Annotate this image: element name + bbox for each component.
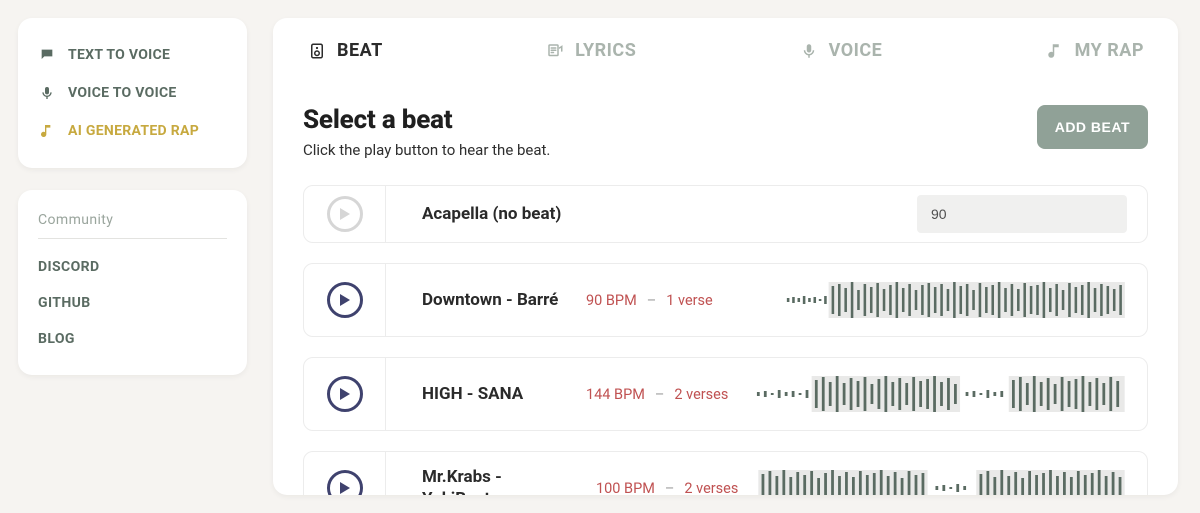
tab-my-rap[interactable]: MY RAP bbox=[1045, 40, 1144, 61]
chat-icon bbox=[38, 46, 56, 64]
beat-name: HIGH - SANA bbox=[386, 358, 586, 430]
waveform bbox=[756, 466, 1127, 495]
wave-cell bbox=[786, 264, 1147, 336]
beat-row-high-sana[interactable]: HIGH - SANA 144 BPM – 2 verses bbox=[303, 357, 1148, 431]
dash: – bbox=[665, 480, 675, 496]
speaker-icon bbox=[307, 41, 327, 61]
wave-cell bbox=[756, 358, 1147, 430]
tab-label: BEAT bbox=[337, 40, 383, 61]
dash: – bbox=[655, 386, 665, 403]
music-note-icon bbox=[1045, 41, 1065, 61]
beat-bpm: 144 BPM bbox=[586, 386, 645, 403]
add-beat-button[interactable]: ADD BEAT bbox=[1037, 105, 1148, 149]
mode-label: VOICE TO VOICE bbox=[68, 85, 177, 101]
beat-verses: 2 verses bbox=[674, 386, 728, 403]
community-link-discord[interactable]: DISCORD bbox=[38, 249, 227, 285]
tab-voice[interactable]: VOICE bbox=[799, 40, 883, 61]
mode-ai-generated-rap[interactable]: AI GENERATED RAP bbox=[38, 112, 227, 150]
tab-label: VOICE bbox=[829, 40, 883, 61]
tab-beat[interactable]: BEAT bbox=[307, 40, 383, 61]
waveform bbox=[756, 372, 1127, 416]
beat-row-mrkrabs[interactable]: Mr.Krabs - YukiBeats 100 BPM – 2 verses bbox=[303, 451, 1148, 495]
play-cell bbox=[304, 186, 386, 242]
wave-cell bbox=[586, 186, 1147, 242]
wave-cell bbox=[756, 452, 1147, 495]
tab-lyrics[interactable]: LYRICS bbox=[545, 40, 636, 61]
beat-name: Mr.Krabs - YukiBeats bbox=[386, 452, 556, 495]
panel: BEAT LYRICS VOICE MY RAP bbox=[273, 18, 1178, 495]
community-heading: Community bbox=[38, 208, 227, 239]
beat-verses: 2 verses bbox=[684, 480, 738, 496]
beat-bpm: 100 BPM bbox=[596, 480, 655, 496]
mode-voice-to-voice[interactable]: VOICE TO VOICE bbox=[38, 74, 227, 112]
bpm-input[interactable] bbox=[917, 195, 1127, 233]
play-cell bbox=[304, 358, 386, 430]
play-cell bbox=[304, 452, 386, 495]
beat-list: Acapella (no beat) Downtown - Barré 90 B… bbox=[303, 185, 1148, 495]
mode-label: TEXT TO VOICE bbox=[68, 47, 170, 63]
tab-label: MY RAP bbox=[1075, 40, 1144, 61]
header-row: Select a beat Click the play button to h… bbox=[303, 105, 1148, 159]
beat-row-acapella[interactable]: Acapella (no beat) bbox=[303, 185, 1148, 243]
dash: – bbox=[647, 292, 657, 309]
sidebar: TEXT TO VOICE VOICE TO VOICE AI GENERATE… bbox=[0, 0, 265, 513]
beat-bpm: 90 BPM bbox=[586, 292, 637, 309]
tab-label: LYRICS bbox=[575, 40, 636, 61]
music-note-icon bbox=[38, 122, 56, 140]
community-card: Community DISCORD GITHUB BLOG bbox=[18, 190, 247, 375]
mic-icon bbox=[799, 41, 819, 61]
community-link-blog[interactable]: BLOG bbox=[38, 321, 227, 357]
beat-verses: 1 verse bbox=[666, 292, 712, 309]
mode-label: AI GENERATED RAP bbox=[68, 123, 199, 139]
waveform bbox=[786, 278, 1127, 322]
beat-meta: 144 BPM – 2 verses bbox=[586, 358, 756, 430]
play-button[interactable] bbox=[327, 282, 363, 318]
beat-meta: 100 BPM – 2 verses bbox=[556, 452, 756, 495]
beat-name: Acapella (no beat) bbox=[386, 186, 586, 242]
play-button[interactable] bbox=[327, 376, 363, 412]
header-text: Select a beat Click the play button to h… bbox=[303, 105, 550, 159]
main: BEAT LYRICS VOICE MY RAP bbox=[265, 0, 1200, 513]
page-title: Select a beat bbox=[303, 105, 550, 135]
beat-meta: 90 BPM – 1 verse bbox=[586, 264, 786, 336]
mic-icon bbox=[38, 84, 56, 102]
lyrics-icon bbox=[545, 41, 565, 61]
beat-name: Downtown - Barré bbox=[386, 264, 586, 336]
play-cell bbox=[304, 264, 386, 336]
play-button-disabled bbox=[327, 196, 363, 232]
modes-card: TEXT TO VOICE VOICE TO VOICE AI GENERATE… bbox=[18, 18, 247, 168]
step-tabs: BEAT LYRICS VOICE MY RAP bbox=[303, 40, 1148, 61]
mode-text-to-voice[interactable]: TEXT TO VOICE bbox=[38, 36, 227, 74]
play-button[interactable] bbox=[327, 470, 363, 495]
beat-row-downtown[interactable]: Downtown - Barré 90 BPM – 1 verse bbox=[303, 263, 1148, 337]
community-link-github[interactable]: GITHUB bbox=[38, 285, 227, 321]
page-subtitle: Click the play button to hear the beat. bbox=[303, 141, 550, 159]
